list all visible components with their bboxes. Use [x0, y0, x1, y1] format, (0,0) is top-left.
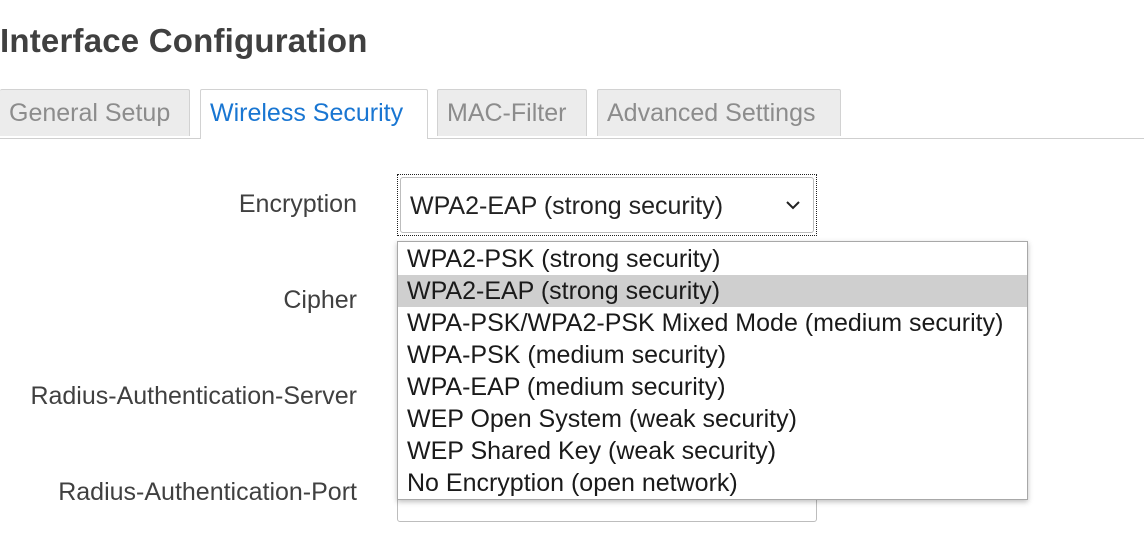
radius-server-label: Radius-Authentication-Server	[30, 382, 357, 410]
tab-advanced-settings[interactable]: Advanced Settings	[597, 89, 841, 136]
encryption-select-value: WPA2-EAP (strong security)	[410, 192, 724, 220]
encryption-select[interactable]: WPA2-EAP (strong security)	[397, 174, 817, 236]
option-wpa-psk[interactable]: WPA-PSK (medium security)	[398, 339, 1027, 371]
option-wep-shared-key[interactable]: WEP Shared Key (weak security)	[398, 435, 1027, 467]
cipher-label: Cipher	[283, 286, 357, 314]
option-wpa-wpa2-psk-mixed[interactable]: WPA-PSK/WPA2-PSK Mixed Mode (medium secu…	[398, 307, 1027, 339]
encryption-label: Encryption	[238, 190, 357, 218]
option-wpa2-eap[interactable]: WPA2-EAP (strong security)	[398, 275, 1027, 307]
option-wpa2-psk[interactable]: WPA2-PSK (strong security)	[398, 243, 1027, 275]
tab-wireless-security[interactable]: Wireless Security	[200, 89, 428, 139]
option-wpa-eap[interactable]: WPA-EAP (medium security)	[398, 371, 1027, 403]
radius-port-label: Radius-Authentication-Port	[58, 478, 357, 506]
page-title: Interface Configuration	[0, 22, 368, 59]
option-wep-open-system[interactable]: WEP Open System (weak security)	[398, 403, 1027, 435]
option-no-encryption[interactable]: No Encryption (open network)	[398, 467, 1027, 499]
tab-bar: General Setup Wireless Security MAC-Filt…	[0, 89, 1144, 139]
chevron-down-icon	[786, 201, 800, 210]
encryption-select-field[interactable]: WPA2-EAP (strong security)	[400, 177, 814, 233]
tab-general-setup[interactable]: General Setup	[0, 89, 190, 136]
encryption-dropdown-list: WPA2-PSK (strong security) WPA2-EAP (str…	[397, 241, 1028, 500]
interface-configuration-page: Interface Configuration General Setup Wi…	[0, 0, 1144, 537]
tab-mac-filter[interactable]: MAC-Filter	[437, 89, 587, 136]
